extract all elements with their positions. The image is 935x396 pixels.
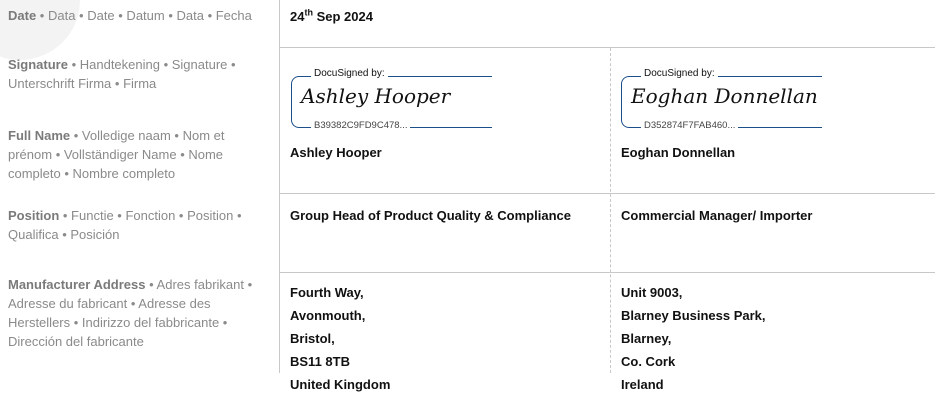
signer-full-name: Ashley Hooper	[290, 145, 382, 160]
signer-position: Group Head of Product Quality & Complian…	[290, 208, 571, 223]
address-line: Fourth Way,	[290, 285, 364, 300]
handwritten-signature: Eoghan Donnellan	[631, 84, 818, 108]
docusigned-by-label: DocuSigned by:	[311, 68, 388, 79]
date-label: Date • Data • Date • Datum • Data • Fech…	[8, 8, 252, 23]
address-line: Avonmouth,	[290, 308, 366, 323]
address-line: Blarney,	[621, 331, 672, 346]
full-name-label: Full Name • Volledige naam • Nom et prén…	[8, 128, 225, 181]
docusign-signature-box: DocuSigned by: Ashley Hooper B39382C9FD9…	[291, 68, 501, 138]
signer-full-name: Eoghan Donnellan	[621, 145, 736, 160]
address-line: Bristol,	[290, 331, 335, 346]
docusigned-by-label: DocuSigned by:	[641, 68, 718, 79]
address-line: BS11 8TB	[290, 354, 350, 369]
address-line: Unit 9003,	[621, 285, 683, 300]
envelope-id: D352874F7FAB460...	[641, 120, 739, 131]
signer-address: Unit 9003, Blarney Business Park, Blarne…	[621, 281, 766, 396]
signer-address: Fourth Way, Avonmouth, Bristol, BS11 8TB…	[290, 281, 390, 396]
row-divider	[279, 193, 935, 194]
date-value: 24th Sep 2024	[290, 7, 373, 24]
signer-position: Commercial Manager/ Importer	[621, 208, 813, 223]
address-line: Blarney Business Park,	[621, 308, 766, 323]
position-label: Position • Functie • Fonction • Position…	[8, 208, 242, 242]
envelope-id: B39382C9FD9C478...	[311, 120, 411, 131]
docusign-signature-box: DocuSigned by: Eoghan Donnellan D352874F…	[621, 68, 831, 138]
address-line: Ireland	[621, 377, 664, 392]
signature-label: Signature • Handtekening • Signature • U…	[8, 57, 236, 91]
row-divider	[279, 272, 935, 273]
handwritten-signature: Ashley Hooper	[301, 84, 451, 108]
column-divider	[279, 0, 280, 373]
address-line: United Kingdom	[290, 377, 391, 392]
signer-column-divider	[610, 48, 611, 373]
address-line: Co. Cork	[621, 354, 676, 369]
manufacturer-address-label: Manufacturer Address • Adres fabrikant •…	[8, 277, 253, 349]
row-divider	[279, 47, 935, 48]
